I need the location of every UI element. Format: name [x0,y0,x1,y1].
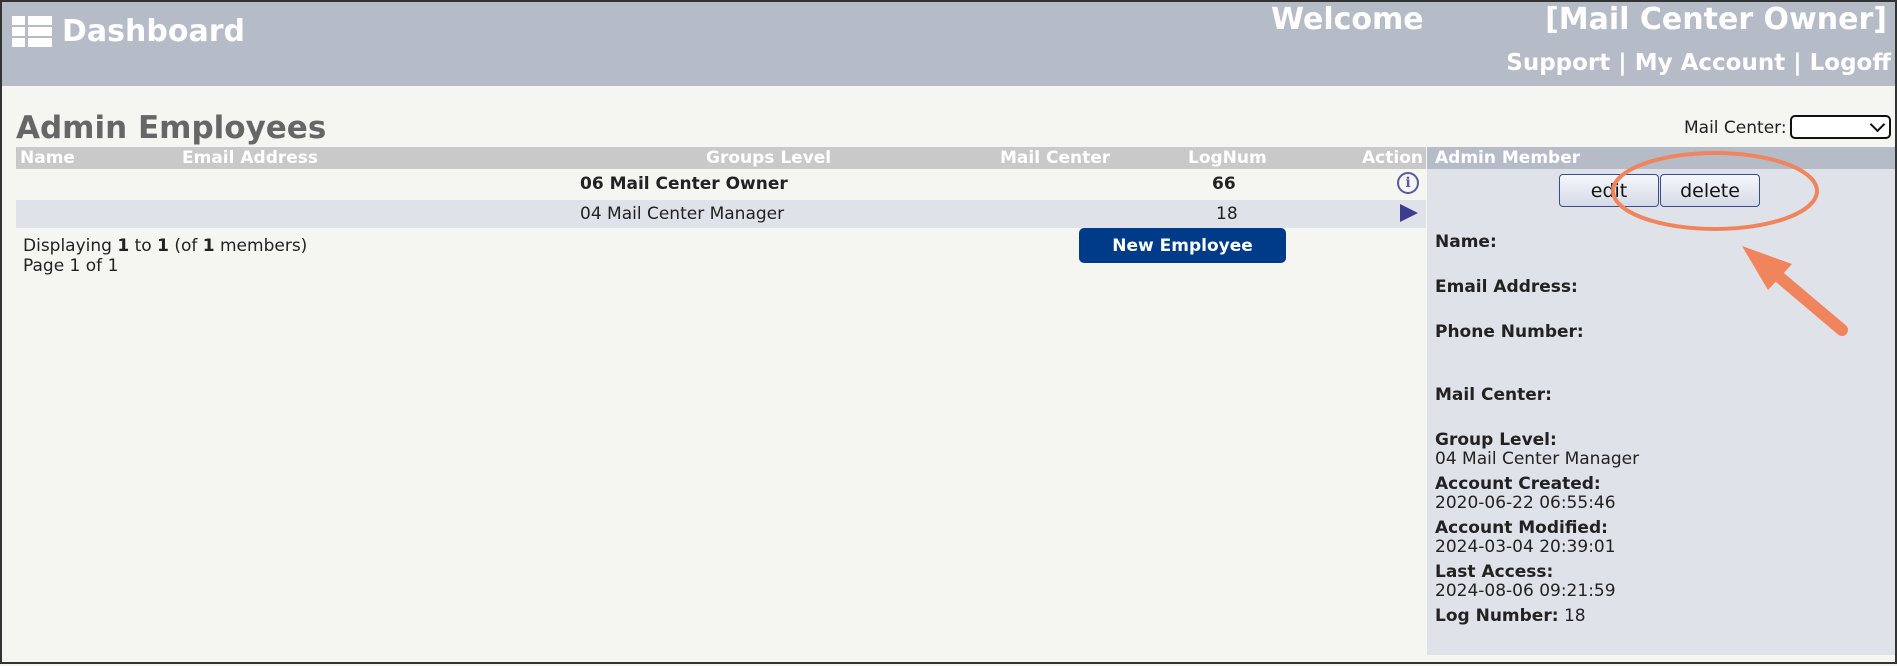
column-lognum[interactable]: LogNum [1188,148,1267,168]
name-field: Name: [1435,233,1497,252]
cell-group: 04 Mail Center Manager [580,204,785,224]
table-header: Name Email Address Groups Level Mail Cen… [16,147,1426,169]
dashboard-title[interactable]: Dashboard [62,14,245,49]
admin-member-panel: Admin Member edit delete Name: Email Add… [1427,147,1895,655]
column-mail-center[interactable]: Mail Center [1000,148,1110,168]
phone-label: Phone Number: [1435,322,1584,342]
log-number-label: Log Number: [1435,606,1559,626]
delete-button[interactable]: delete [1660,174,1760,207]
account-modified-value: 2024-03-04 20:39:01 [1435,537,1616,557]
link-separator: | [1793,50,1802,76]
displaying-to-word: to [129,236,158,256]
log-number-value: 18 [1563,606,1586,626]
account-created-label: Account Created: [1435,474,1601,494]
mail-center-select[interactable] [1790,115,1891,139]
user-role-label: [Mail Center Owner] [1545,2,1887,37]
group-level-field: Group Level: 04 Mail Center Manager [1435,431,1639,469]
log-number-field: Log Number: 18 [1435,607,1586,626]
grid-menu-icon [12,15,52,48]
column-groups-level[interactable]: Groups Level [706,148,831,168]
last-access-label: Last Access: [1435,562,1554,582]
last-access-field: Last Access: 2024-08-06 09:21:59 [1435,563,1616,601]
top-header-bar: Dashboard Welcome [Mail Center Owner] Su… [2,2,1895,86]
mail-center-filter-label: Mail Center: [1684,118,1787,138]
info-icon[interactable]: i [1397,172,1419,194]
account-created-field: Account Created: 2020-06-22 06:55:46 [1435,475,1616,513]
mail-center-label: Mail Center: [1435,385,1552,405]
link-separator: | [1618,50,1627,76]
column-email[interactable]: Email Address [182,148,318,168]
mail-center-field: Mail Center: [1435,386,1552,405]
column-action: Action [1362,148,1423,168]
play-arrow-icon[interactable] [1400,204,1418,222]
dashboard-link[interactable]: Dashboard [12,14,245,49]
account-modified-label: Account Modified: [1435,518,1608,538]
edit-button[interactable]: edit [1559,174,1659,207]
cell-lognum: 18 [1216,204,1238,224]
name-label: Name: [1435,232,1497,252]
displaying-text: Displaying 1 to 1 (of 1 members) [23,236,307,256]
email-label: Email Address: [1435,277,1578,297]
displaying-members: members) [214,236,308,256]
displaying-prefix: Displaying [23,236,118,256]
page-title: Admin Employees [16,110,327,146]
displaying-of: (of [168,236,203,256]
new-employee-button[interactable]: New Employee [1079,228,1286,263]
top-links: Support | My Account | Logoff [1506,50,1891,76]
pagination-info: Displaying 1 to 1 (of 1 members) Page 1 … [23,236,307,276]
page-count: Page 1 of 1 [23,256,119,276]
last-access-value: 2024-08-06 09:21:59 [1435,581,1616,601]
group-level-label: Group Level: [1435,430,1557,450]
welcome-text: Welcome [1271,2,1424,37]
phone-field: Phone Number: [1435,323,1584,342]
displaying-from: 1 [117,236,130,256]
account-created-value: 2020-06-22 06:55:46 [1435,493,1616,513]
panel-title: Admin Member [1427,147,1895,169]
chevron-down-icon [1869,116,1886,133]
cell-group: 06 Mail Center Owner [580,174,788,194]
table-row[interactable]: 04 Mail Center Manager 18 [16,200,1426,228]
table-row[interactable]: 06 Mail Center Owner 66 i [16,170,1426,198]
column-name[interactable]: Name [20,148,75,168]
group-level-value: 04 Mail Center Manager [1435,449,1640,469]
displaying-total: 1 [202,236,215,256]
logoff-link[interactable]: Logoff [1810,50,1891,76]
my-account-link[interactable]: My Account [1635,50,1786,76]
displaying-to: 1 [157,236,169,256]
support-link[interactable]: Support [1506,50,1610,76]
account-modified-field: Account Modified: 2024-03-04 20:39:01 [1435,519,1616,557]
cell-lognum: 66 [1212,174,1236,194]
email-field: Email Address: [1435,278,1578,297]
